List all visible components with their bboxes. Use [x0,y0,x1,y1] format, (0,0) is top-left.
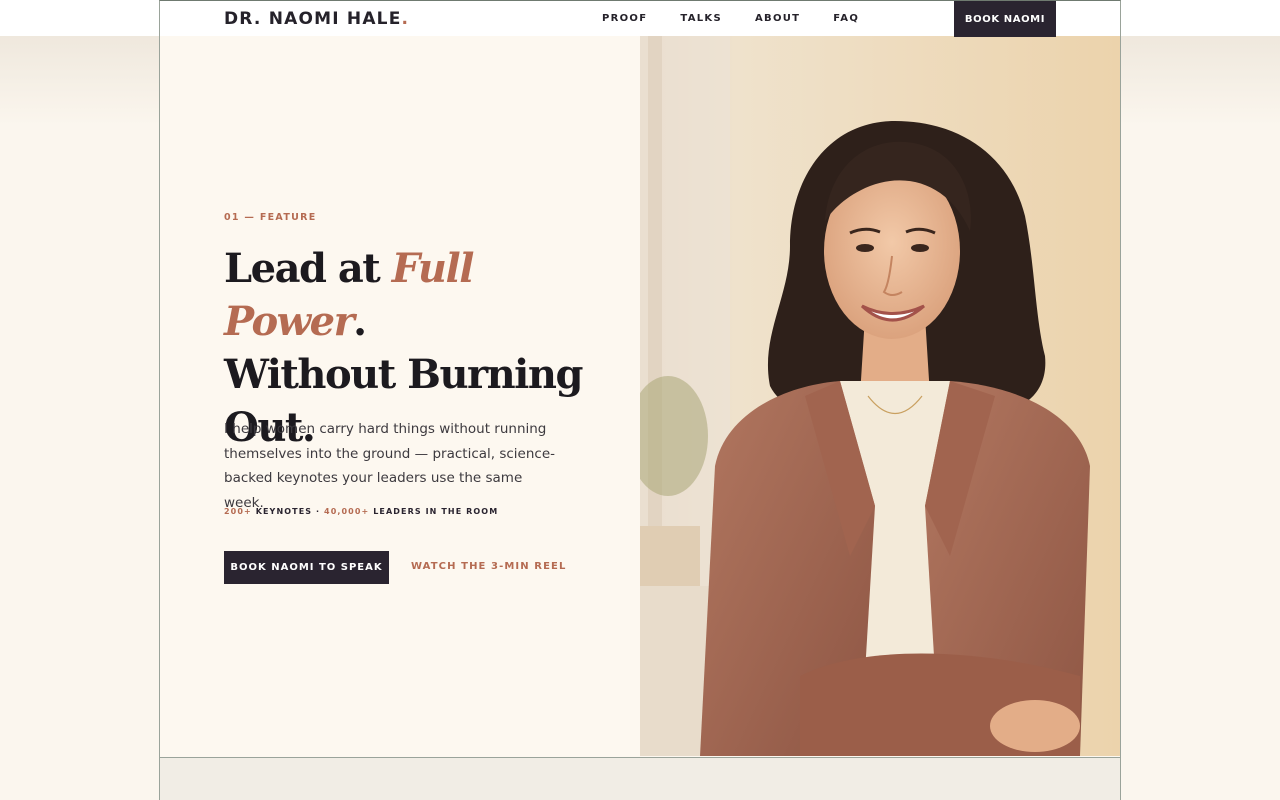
logo-dot: . [401,9,410,29]
nav-container: DR. NAOMI HALE. PROOF TALKS ABOUT FAQ BO… [159,0,1121,37]
nav-link-about[interactable]: ABOUT [755,13,800,24]
book-to-speak-button[interactable]: BOOK NAOMI TO SPEAK [224,551,389,584]
headline-part-2: . [353,298,367,345]
hero-eyebrow: 01 — FEATURE [224,212,317,223]
nav-link-faq[interactable]: FAQ [833,13,859,24]
nav-link-proof[interactable]: PROOF [602,13,647,24]
watch-reel-link[interactable]: WATCH THE 3-MIN REEL [411,561,566,572]
top-nav: DR. NAOMI HALE. PROOF TALKS ABOUT FAQ BO… [0,0,1280,37]
headline-part-1: Lead at [224,245,392,292]
stat-keynotes-label: KEYNOTES · [251,507,325,516]
hero-lede: I help women carry hard things without r… [224,421,556,511]
logo-text: DR. NAOMI HALE [224,9,402,29]
next-section-strip [160,757,1120,800]
speaker-portrait [640,36,1120,756]
portrait-illustration [640,36,1120,756]
nav-link-talks[interactable]: TALKS [680,13,722,24]
stat-keynotes-number: 200+ [224,507,252,516]
hero-stats: 200+ KEYNOTES · 40,000+ LEADERS IN THE R… [224,507,498,516]
book-naomi-button[interactable]: BOOK NAOMI [954,1,1056,37]
stat-leaders-label: LEADERS IN THE ROOM [369,507,499,516]
stat-leaders-number: 40,000+ [324,507,370,516]
nav-links: PROOF TALKS ABOUT FAQ [602,13,892,24]
site-logo[interactable]: DR. NAOMI HALE. [224,9,409,29]
